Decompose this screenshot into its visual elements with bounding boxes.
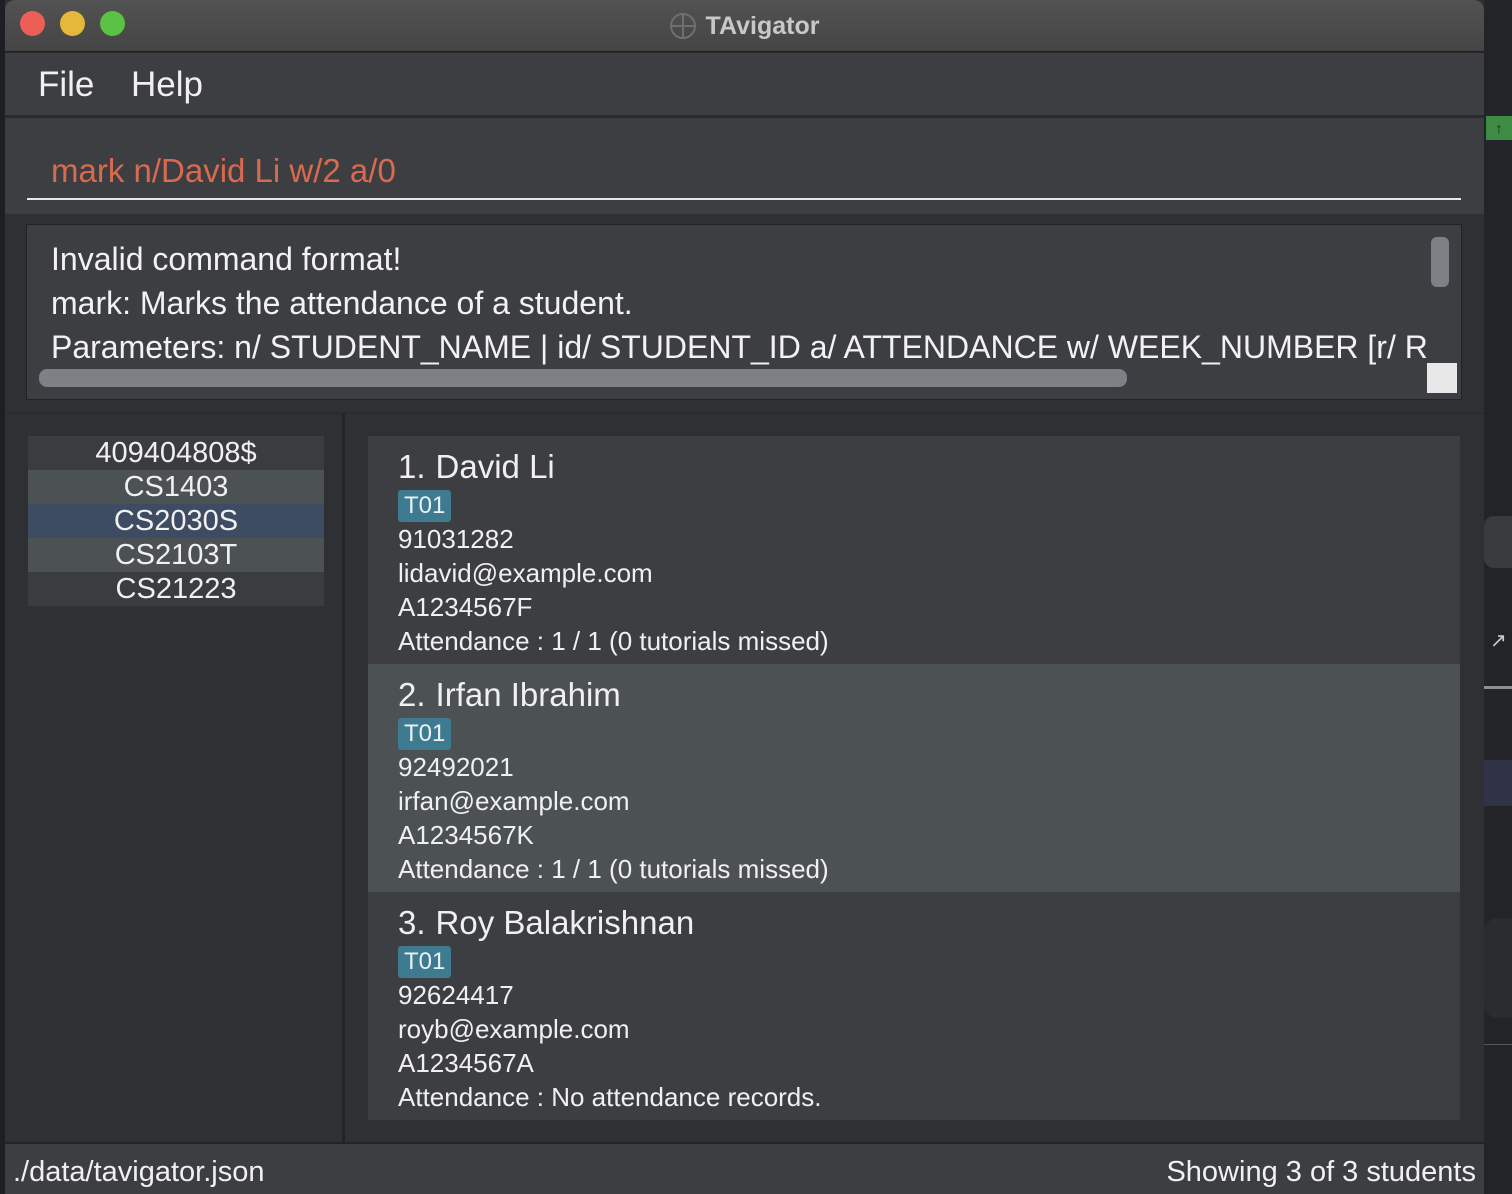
student-list: 1. David Li T01 91031282 lidavid@example.… bbox=[368, 436, 1460, 1120]
command-box bbox=[5, 118, 1484, 214]
menu-bar: File Help bbox=[5, 53, 1484, 117]
scrollbar-corner bbox=[1427, 363, 1457, 393]
background-divider bbox=[1484, 686, 1512, 689]
result-line: mark: Marks the attendance of a student. bbox=[51, 285, 633, 321]
student-index: 3. bbox=[398, 904, 426, 941]
student-card[interactable]: 3. Roy Balakrishnan T01 92624417 royb@exa… bbox=[368, 892, 1460, 1120]
main-content: 409404808$ CS1403 CS2030S CS2103T CS2122… bbox=[5, 414, 1484, 1142]
background-rounded-panel bbox=[1484, 918, 1512, 1018]
student-index: 1. bbox=[398, 448, 426, 485]
course-item[interactable]: CS2103T bbox=[28, 538, 324, 572]
background-pill bbox=[1484, 516, 1512, 568]
course-panel: 409404808$ CS1403 CS2030S CS2103T CS2122… bbox=[5, 414, 345, 1142]
student-name-line: 1. David Li bbox=[398, 448, 1460, 488]
window-title: TAvigator bbox=[5, 0, 1484, 52]
course-item[interactable]: CS1403 bbox=[28, 470, 324, 504]
horizontal-scrollbar-thumb[interactable] bbox=[39, 369, 1127, 387]
student-tag: T01 bbox=[398, 490, 452, 522]
result-line: Invalid command format! bbox=[51, 241, 402, 277]
arrow-up-icon: ↑ bbox=[1486, 116, 1512, 140]
student-name: David Li bbox=[435, 448, 555, 485]
command-input[interactable] bbox=[27, 136, 1461, 200]
student-tag: T01 bbox=[398, 946, 452, 978]
compass-icon bbox=[669, 13, 696, 39]
app-window: TAvigator File Help Invalid command form… bbox=[5, 0, 1484, 1194]
student-name: Irfan Ibrahim bbox=[435, 676, 621, 713]
result-display-area: Invalid command format! mark: Marks the a… bbox=[5, 214, 1484, 412]
result-line: Parameters: n/ STUDENT_NAME | id/ STUDEN… bbox=[51, 329, 1427, 365]
data-file-path: ./data/tavigator.json bbox=[13, 1156, 265, 1188]
background-divider bbox=[1484, 1044, 1512, 1045]
course-item-selected[interactable]: CS2030S bbox=[28, 504, 324, 538]
menu-help[interactable]: Help bbox=[131, 65, 203, 105]
student-attendance: Attendance : No attendance records. bbox=[398, 1082, 822, 1112]
result-display[interactable]: Invalid command format! mark: Marks the a… bbox=[26, 224, 1462, 400]
student-tag: T01 bbox=[398, 718, 452, 750]
student-name-line: 3. Roy Balakrishnan bbox=[398, 904, 1460, 944]
student-count: Showing 3 of 3 students bbox=[1166, 1156, 1476, 1188]
student-email: royb@example.com bbox=[398, 1014, 630, 1044]
course-item[interactable]: CS21223 bbox=[28, 572, 324, 606]
student-name: Roy Balakrishnan bbox=[435, 904, 695, 941]
student-attendance: Attendance : 1 / 1 (0 tutorials missed) bbox=[398, 854, 829, 884]
result-text: Invalid command format! mark: Marks the a… bbox=[51, 237, 1427, 369]
vertical-scrollbar-thumb[interactable] bbox=[1431, 237, 1449, 287]
student-attendance: Attendance : 1 / 1 (0 tutorials missed) bbox=[398, 626, 829, 656]
student-email: irfan@example.com bbox=[398, 786, 630, 816]
student-index: 2. bbox=[398, 676, 426, 713]
expand-icon: ↗ bbox=[1490, 630, 1507, 652]
background-app: ↑ ↗ bbox=[1484, 0, 1512, 1194]
student-name-line: 2. Irfan Ibrahim bbox=[398, 676, 1460, 716]
course-item[interactable]: 409404808$ bbox=[28, 436, 324, 470]
title-bar[interactable]: TAvigator bbox=[5, 0, 1484, 52]
window-title-text: TAvigator bbox=[705, 11, 820, 40]
student-phone: 91031282 bbox=[398, 524, 514, 554]
student-email: lidavid@example.com bbox=[398, 558, 653, 588]
student-phone: 92624417 bbox=[398, 980, 514, 1010]
student-card-selected[interactable]: 2. Irfan Ibrahim T01 92492021 irfan@examp… bbox=[368, 664, 1460, 892]
menu-file[interactable]: File bbox=[38, 65, 94, 105]
status-bar: ./data/tavigator.json Showing 3 of 3 stu… bbox=[5, 1142, 1484, 1194]
student-id: A1234567A bbox=[398, 1048, 534, 1078]
course-list: 409404808$ CS1403 CS2030S CS2103T CS2122… bbox=[28, 436, 324, 606]
student-id: A1234567K bbox=[398, 820, 534, 850]
background-block bbox=[1484, 760, 1512, 806]
student-card[interactable]: 1. David Li T01 91031282 lidavid@example.… bbox=[368, 436, 1460, 664]
student-phone: 92492021 bbox=[398, 752, 514, 782]
student-id: A1234567F bbox=[398, 592, 533, 622]
